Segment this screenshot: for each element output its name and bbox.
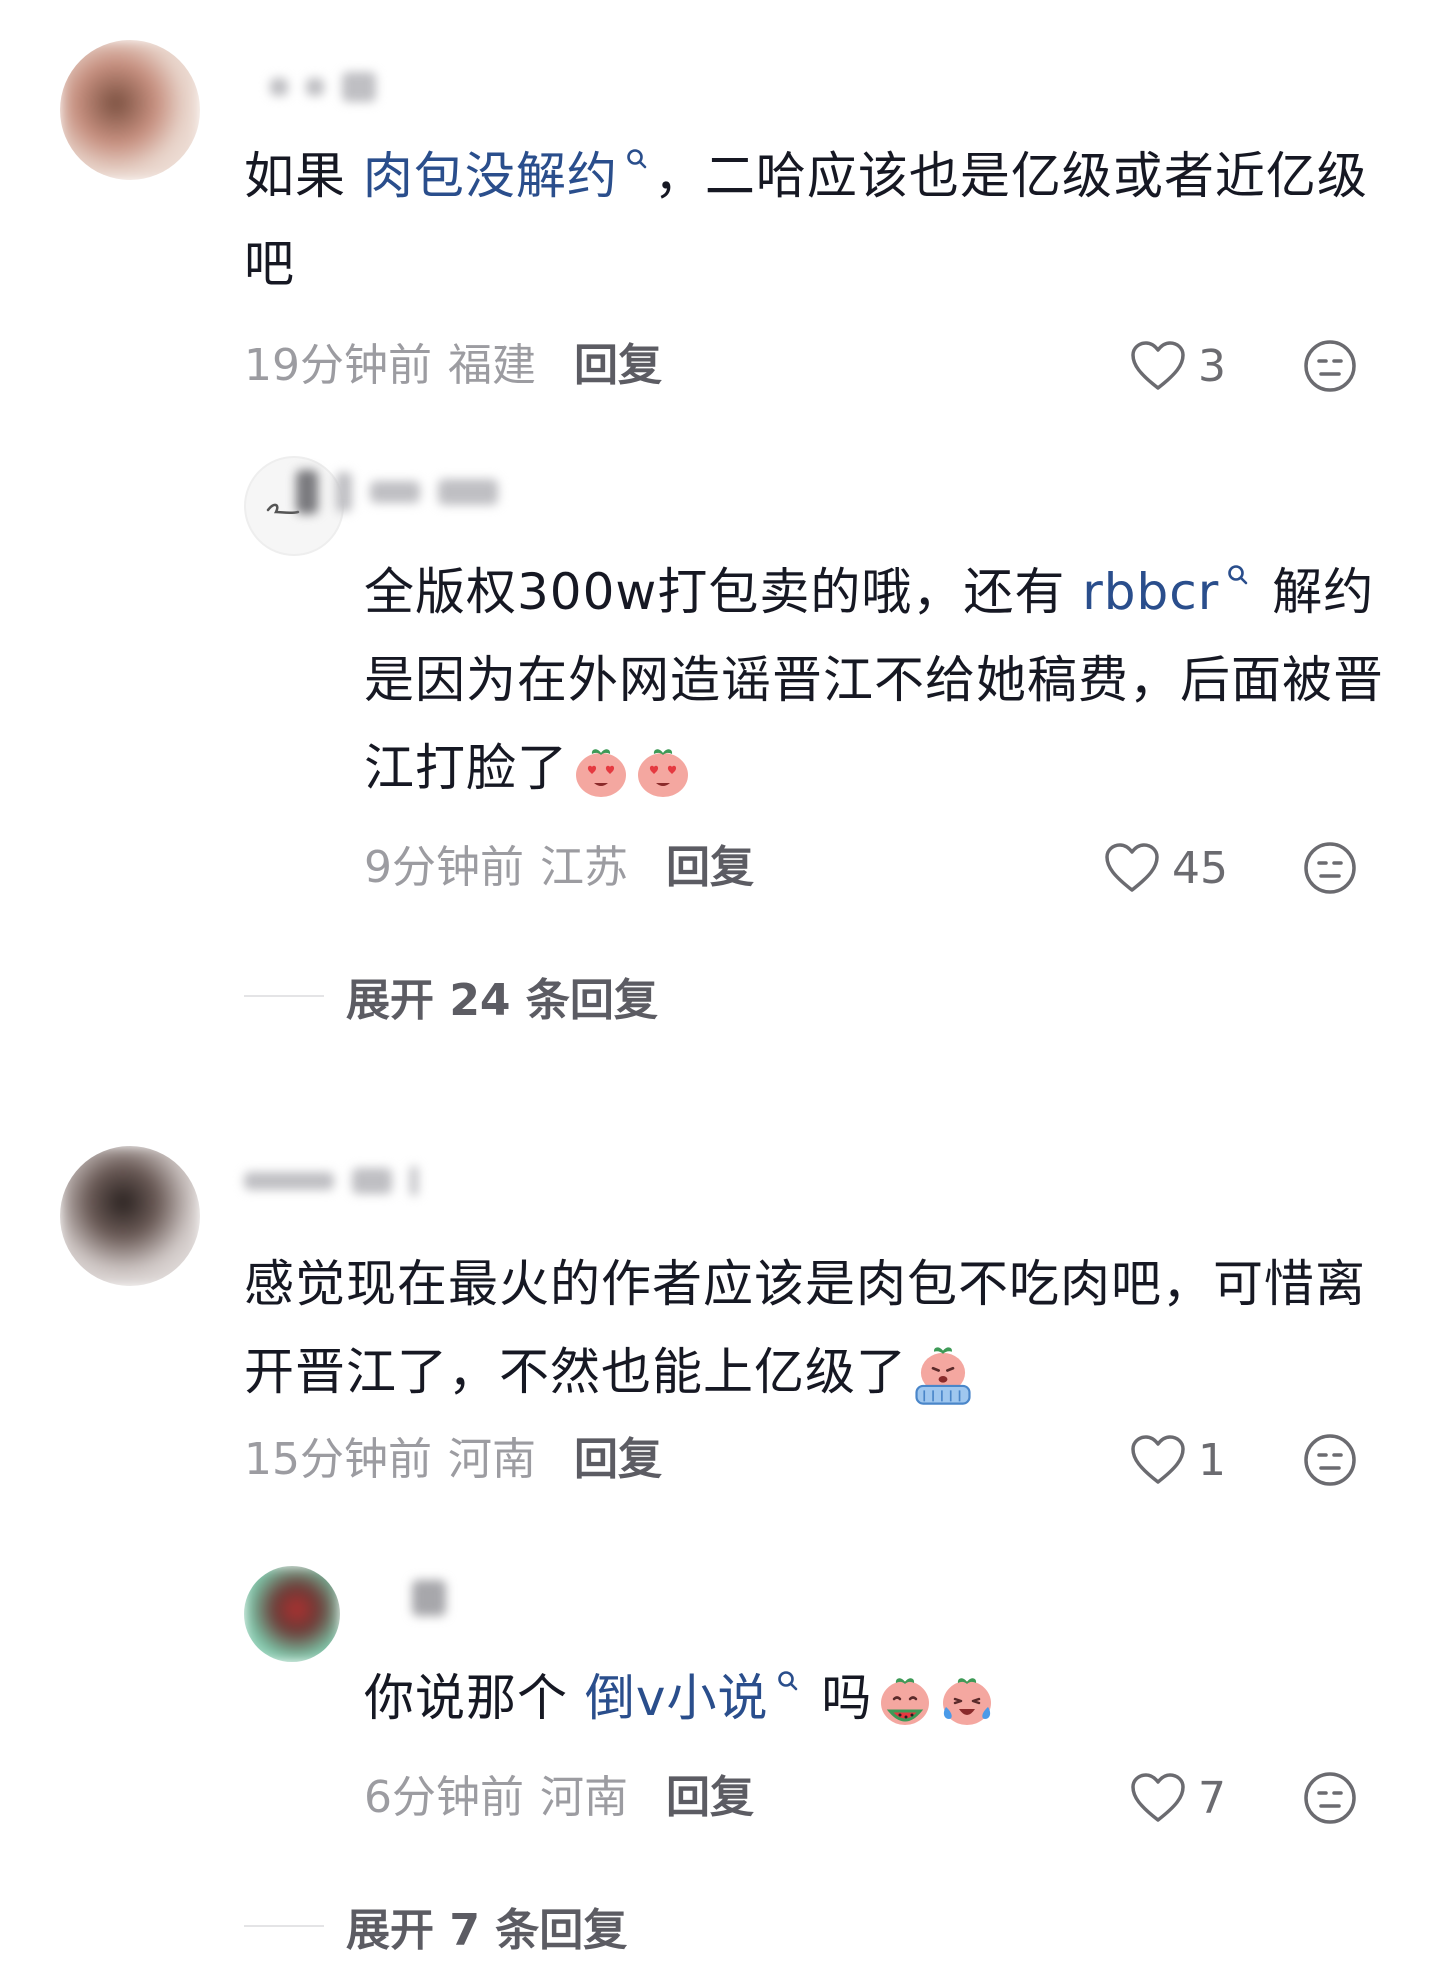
search-link[interactable]: 肉包没解约 [363,147,618,205]
username[interactable] [412,1580,464,1620]
dislike-icon[interactable] [1302,840,1358,896]
like-count: 45 [1172,842,1228,894]
heart-icon [1131,1435,1185,1484]
like-count: 1 [1198,1434,1226,1486]
username[interactable] [270,72,394,112]
dislike-icon[interactable] [1302,1432,1358,1488]
timestamp: 9分钟前 [364,842,524,893]
heart-eyes-emoji [576,748,626,797]
location: 河南 [448,1434,536,1485]
comment-meta: 19分钟前 福建 回复 [244,336,662,396]
comment-text: 感觉现在最火的作者应该是肉包不吃肉吧，可惜离开晋江了，不然也能上亿级了 [244,1240,1384,1416]
reply-text-suffix: 吗 [804,1669,873,1727]
heart-icon [1131,1773,1185,1822]
heart-icon [1131,341,1185,390]
comment-text-prefix: 如果 [244,147,363,205]
reply-meta: 9分钟前 江苏 回复 [364,838,754,898]
expand-replies-label: 展开 24 条回复 [346,975,658,1026]
laughing-tears-emoji [943,1677,992,1725]
location: 江苏 [540,842,628,893]
expand-replies-button[interactable]: 展开 24 条回复 [244,966,658,1026]
reply-button[interactable]: 回复 [666,842,754,893]
like-button[interactable]: 45 [1104,838,1228,898]
like-button[interactable]: 3 [1130,336,1226,396]
reply-meta: 6分钟前 河南 回复 [364,1768,754,1828]
divider [244,995,324,997]
reply-text: 全版权300w打包卖的哦，还有 rbbcr 解约是因为在外网造谣晋江不给她稿费，… [364,548,1394,812]
like-button[interactable]: 7 [1130,1768,1226,1828]
heart-eyes-emoji [638,748,688,797]
reply-text-prefix: 全版权300w打包卖的哦，还有 [364,563,1083,621]
avatar[interactable] [60,40,200,180]
expand-replies-label: 展开 7 条回复 [346,1905,628,1956]
heart-icon [1105,843,1159,892]
like-count: 3 [1198,340,1226,392]
divider [244,1925,324,1927]
timestamp: 15分钟前 [244,1434,432,1485]
username[interactable] [244,1166,436,1206]
reply-button[interactable]: 回复 [574,1434,662,1485]
comment-text-content: 感觉现在最火的作者应该是肉包不吃肉吧，可惜离开晋江了，不然也能上亿级了 [244,1255,1366,1401]
search-icon[interactable] [775,1668,801,1694]
reply-button[interactable]: 回复 [666,1772,754,1823]
like-button[interactable]: 1 [1130,1430,1226,1490]
dislike-icon[interactable] [1302,338,1358,394]
like-count: 7 [1198,1772,1226,1824]
avatar[interactable] [60,1146,200,1286]
reply-text-prefix: 你说那个 [364,1669,585,1727]
reply-button[interactable]: 回复 [574,340,662,391]
expand-replies-button[interactable]: 展开 7 条回复 [244,1896,627,1956]
location: 福建 [448,340,536,391]
dislike-icon[interactable] [1302,1770,1358,1826]
eating-watermelon-emoji [881,1677,930,1725]
avatar[interactable] [244,1566,340,1662]
location: 河南 [540,1772,628,1823]
comment-meta: 15分钟前 河南 回复 [244,1430,662,1490]
comment-text: 如果 肉包没解约 ，二哈应该也是亿级或者近亿级吧 [244,132,1384,308]
timestamp: 19分钟前 [244,340,432,391]
search-link[interactable]: 倒v小说 [585,1669,769,1727]
search-icon[interactable] [624,146,650,172]
search-link[interactable]: rbbcr [1082,563,1219,621]
reply-text: 你说那个 倒v小说 吗 [364,1654,1394,1742]
crying-emoji [915,1346,971,1405]
username[interactable] [296,470,516,514]
timestamp: 6分钟前 [364,1772,524,1823]
search-icon[interactable] [1225,562,1251,588]
